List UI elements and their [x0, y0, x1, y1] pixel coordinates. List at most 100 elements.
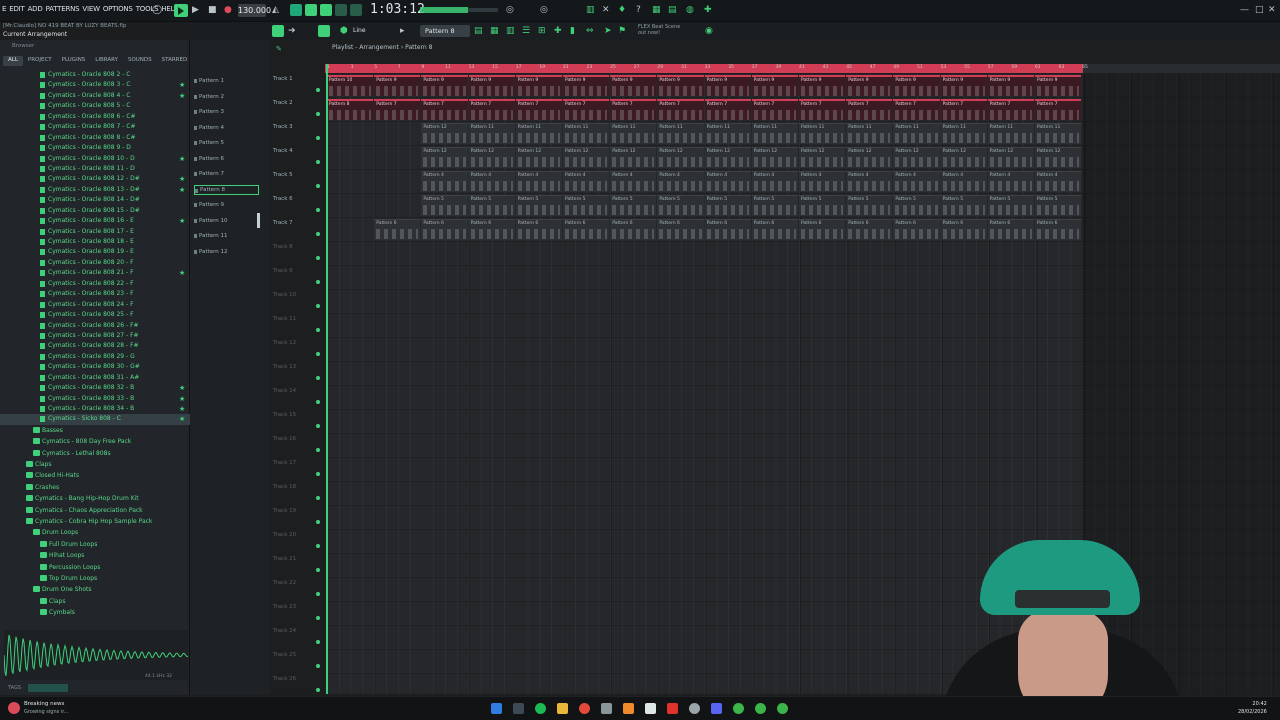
metronome-icon[interactable]: ◭ — [272, 4, 279, 16]
pattern-clip[interactable]: Pattern 5 — [515, 195, 562, 216]
browser-sample-item[interactable]: Cymatics - Oracle 808 23 - F — [0, 289, 190, 299]
pattern-clip[interactable]: Pattern 7 — [799, 99, 846, 120]
track-mute-led[interactable] — [316, 544, 320, 548]
track-header[interactable]: Track 13 — [273, 362, 325, 386]
browser-sample-item[interactable]: Cymatics - Oracle 808 27 - F# — [0, 331, 190, 341]
track-header[interactable]: Track 9 — [273, 266, 325, 290]
browser-folder-item[interactable]: Cymatics - Lethal 808s — [0, 448, 190, 459]
pattern-item[interactable]: Pattern 9 — [194, 200, 259, 210]
pattern-clip[interactable]: Pattern 6 — [374, 219, 421, 240]
browser-sample-item[interactable]: Cymatics - Oracle 808 24 - F — [0, 300, 190, 310]
camera-app-icon[interactable] — [601, 703, 612, 714]
browser-sample-item[interactable]: Cymatics - Oracle 808 30 - G# — [0, 362, 190, 372]
track-mute-led[interactable] — [316, 352, 320, 356]
menu-item-e[interactable]: E — [2, 5, 6, 13]
track-header[interactable]: Track 4 — [273, 146, 325, 170]
online-icon[interactable]: ◉ — [705, 25, 713, 37]
pattern-clip[interactable]: Pattern 4 — [610, 171, 657, 192]
file-explorer-icon[interactable] — [557, 703, 568, 714]
channel-view-icon[interactable]: ▦ — [490, 25, 499, 37]
pattern-clip[interactable]: Pattern 5 — [799, 195, 846, 216]
sliders-icon[interactable]: ☰ — [522, 25, 530, 37]
pattern-clip[interactable]: Pattern 4 — [940, 171, 987, 192]
browser-folder-item[interactable]: Cymatics - Bang Hip-Hop Drum Kit — [0, 493, 190, 504]
pattern-clip[interactable]: Pattern 12 — [846, 147, 893, 168]
browser-tab-project[interactable]: PROJECT — [23, 56, 57, 66]
close-icon[interactable]: ✕ — [1268, 4, 1276, 16]
browser-sample-item[interactable]: Cymatics - Oracle 808 33 - B ★ — [0, 394, 190, 404]
track-mute-led[interactable] — [316, 688, 320, 692]
pattern-clip[interactable]: Pattern 11 — [610, 123, 657, 144]
track-mute-led[interactable] — [316, 568, 320, 572]
track-header[interactable]: Track 6 — [273, 194, 325, 218]
track-header[interactable]: Track 24 — [273, 626, 325, 650]
track-header[interactable]: Track 17 — [273, 458, 325, 482]
settings-icon[interactable] — [689, 703, 700, 714]
stamp-icon[interactable]: ⬢ — [340, 25, 348, 37]
pattern-clip[interactable]: Pattern 4 — [421, 171, 468, 192]
pattern-clip[interactable]: Pattern 6 — [940, 219, 987, 240]
pattern-selector[interactable]: Pattern 8 — [420, 25, 470, 37]
microphone-icon[interactable]: ♦ — [618, 4, 626, 16]
pattern-clip[interactable]: Pattern 12 — [421, 123, 468, 144]
pattern-clip[interactable]: Pattern 7 — [987, 99, 1034, 120]
pattern-item[interactable]: Pattern 8 — [194, 184, 259, 195]
star-icon[interactable]: ★ — [179, 216, 185, 226]
pattern-clip[interactable]: Pattern 4 — [657, 171, 704, 192]
track-mute-led[interactable] — [316, 616, 320, 620]
browser-sample-item[interactable]: Cymatics - Oracle 808 34 - B ★ — [0, 404, 190, 414]
pattern-clip[interactable]: Pattern 4 — [1035, 171, 1082, 192]
browser-folder-item[interactable]: Crashes — [0, 482, 190, 493]
pattern-clip[interactable]: Pattern 7 — [515, 99, 562, 120]
spotify-icon[interactable] — [535, 703, 546, 714]
pattern-clip[interactable]: Pattern 9 — [1035, 75, 1082, 96]
discord-icon[interactable] — [711, 703, 722, 714]
track-header[interactable]: Track 20 — [273, 530, 325, 554]
track-header[interactable]: Track 12 — [273, 338, 325, 362]
pattern-clip[interactable]: Pattern 9 — [657, 75, 704, 96]
menu-item-patterns[interactable]: PATTERNS — [46, 5, 80, 13]
pattern-item[interactable]: Pattern 1 — [194, 76, 259, 86]
loop-record-button[interactable] — [350, 4, 362, 16]
pattern-clip[interactable]: Pattern 7 — [751, 99, 798, 120]
pattern-clip[interactable]: Pattern 7 — [657, 99, 704, 120]
pattern-clip[interactable]: Pattern 7 — [1035, 99, 1082, 120]
channel-rack-icon[interactable]: ▤ — [668, 4, 677, 16]
chrome-profile-2-icon[interactable] — [777, 703, 788, 714]
browser-sample-item[interactable]: Cymatics - Oracle 808 31 - A# — [0, 373, 190, 383]
browser-sample-item[interactable]: Cymatics - Oracle 808 3 - C ★ — [0, 80, 190, 90]
pattern-clip[interactable]: Pattern 6 — [987, 219, 1034, 240]
pattern-clip[interactable]: Pattern 4 — [751, 171, 798, 192]
browser-sample-item[interactable]: Cymatics - Oracle 808 14 - D# — [0, 195, 190, 205]
track-mute-led[interactable] — [316, 376, 320, 380]
track-header[interactable]: Track 19 — [273, 506, 325, 530]
pattern-clip[interactable]: Pattern 4 — [515, 171, 562, 192]
pattern-item[interactable]: Pattern 4 — [194, 123, 259, 133]
menu-item-edit[interactable]: EDIT — [9, 5, 25, 13]
pattern-clip[interactable]: Pattern 7 — [610, 99, 657, 120]
fl-studio-icon[interactable] — [623, 703, 634, 714]
star-icon[interactable]: ★ — [179, 383, 185, 393]
track-header[interactable]: Track 26 — [273, 674, 325, 698]
windows-start-icon[interactable] — [491, 703, 502, 714]
pattern-clip[interactable]: Pattern 6 — [1035, 219, 1082, 240]
track-mute-led[interactable] — [316, 112, 320, 116]
track-mute-led[interactable] — [316, 448, 320, 452]
record-mode-icon[interactable]: ◯ — [152, 4, 162, 16]
stop-button[interactable]: ■ — [208, 4, 217, 16]
pattern-clip[interactable]: Pattern 12 — [657, 147, 704, 168]
browser-folder-item[interactable]: Cymbals — [0, 607, 190, 618]
blend-notes-button[interactable] — [335, 4, 347, 16]
minimize-icon[interactable]: — — [1240, 4, 1249, 16]
browser-sample-item[interactable]: Cymatics - Oracle 808 12 - D# ★ — [0, 174, 190, 184]
browser-folder-item[interactable]: Claps — [0, 596, 190, 607]
pattern-clip[interactable]: Pattern 12 — [515, 147, 562, 168]
browser-sample-item[interactable]: Cymatics - Oracle 808 6 - C# — [0, 112, 190, 122]
pattern-clip[interactable]: Pattern 7 — [421, 99, 468, 120]
cpu-monitor-icon[interactable]: ▥ — [586, 4, 595, 16]
pattern-clip[interactable]: Pattern 5 — [751, 195, 798, 216]
pattern-clip[interactable]: Pattern 12 — [468, 147, 515, 168]
chrome-icon[interactable] — [579, 703, 590, 714]
track-header[interactable]: Track 10 — [273, 290, 325, 314]
typing-keyboard-button[interactable] — [305, 4, 317, 16]
